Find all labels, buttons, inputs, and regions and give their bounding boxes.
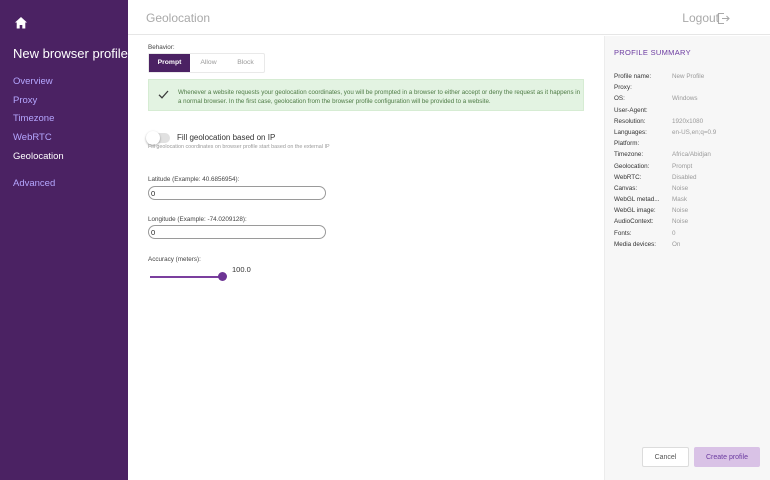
summary-value: 1920x1080: [672, 117, 704, 125]
longitude-label: Longitude (Example: -74.0209128):: [148, 216, 247, 223]
sidebar-item-timezone[interactable]: Timezone: [13, 110, 64, 129]
summary-value: Noise: [672, 184, 689, 192]
latitude-label: Latitude (Example: 40.6856954):: [148, 176, 240, 183]
summary-row: Resolution: 1920x1080: [614, 116, 716, 127]
summary-key: Fonts:: [614, 229, 632, 237]
summary-row: Timezone: Africa/Abidjan: [614, 149, 716, 160]
summary-key: WebRTC:: [614, 173, 642, 181]
summary-key: Resolution:: [614, 117, 646, 125]
summary-value: Noise: [672, 207, 689, 215]
profile-summary-panel: PROFILE SUMMARY Profile name: New Profile…: [604, 36, 770, 480]
home-icon[interactable]: [14, 16, 28, 30]
header: Geolocation Logout: [128, 0, 770, 35]
summary-value: 0: [672, 229, 676, 237]
behavior-label: Behavior:: [148, 44, 175, 51]
summary-row: Platform:: [614, 138, 716, 149]
summary-key: Proxy:: [614, 84, 632, 92]
accuracy-slider[interactable]: [150, 272, 227, 282]
summary-row: User-Agent:: [614, 105, 716, 116]
summary-value: Noise: [672, 218, 689, 226]
summary-row: Fonts: 0: [614, 228, 716, 239]
summary-row: Proxy:: [614, 82, 716, 93]
fill-by-ip-help: Fill geolocation coordinates on browser …: [148, 144, 330, 150]
sidebar-item-proxy[interactable]: Proxy: [13, 92, 64, 111]
sidebar: New browser profile Overview Proxy Timez…: [0, 0, 128, 480]
info-alert: Whenever a website requests your geoloca…: [148, 79, 584, 111]
fill-by-ip-toggle[interactable]: [146, 131, 170, 145]
page-title: Geolocation: [146, 11, 211, 25]
summary-value: Disabled: [672, 173, 697, 181]
summary-value: en-US,en;q=0.9: [672, 128, 717, 136]
summary-key: OS:: [614, 95, 625, 103]
summary-key: AudioContext:: [614, 218, 654, 226]
summary-key: Canvas:: [614, 184, 638, 192]
summary-row: Media devices: On: [614, 239, 716, 250]
main-content: Behavior: Prompt Allow Block Whenever a …: [128, 36, 604, 480]
fill-by-ip-label: Fill geolocation based on IP: [177, 133, 276, 142]
behavior-allow-button[interactable]: Allow: [190, 54, 227, 72]
longitude-input[interactable]: [148, 225, 326, 239]
alert-text: Whenever a website requests your geoloca…: [178, 89, 581, 106]
summary-key: Timezone:: [614, 151, 644, 159]
summary-key: Languages:: [614, 128, 647, 136]
logout-link[interactable]: Logout: [682, 11, 719, 25]
logout-icon[interactable]: [717, 12, 730, 25]
accuracy-label: Accuracy (meters):: [148, 256, 201, 263]
summary-key: Media devices:: [614, 240, 656, 248]
summary-row: AudioContext: Noise: [614, 216, 716, 227]
latitude-input[interactable]: [148, 186, 326, 200]
summary-value: On: [672, 240, 681, 248]
cancel-button[interactable]: Cancel: [642, 447, 689, 467]
summary-key: User-Agent:: [614, 106, 648, 114]
sidebar-item-overview[interactable]: Overview: [13, 73, 64, 92]
summary-key: Profile name:: [614, 73, 652, 80]
summary-row: WebGL metad... Mask: [614, 194, 716, 205]
summary-rows: Profile name: New Profile Proxy: OS: Windows…: [614, 71, 716, 250]
summary-row: OS: Windows: [614, 93, 716, 104]
sidebar-title: New browser profile: [13, 46, 128, 61]
summary-value: Windows: [672, 95, 698, 103]
behavior-prompt-button[interactable]: Prompt: [149, 54, 190, 72]
summary-key: WebGL metad...: [614, 196, 660, 204]
sidebar-item-webrtc[interactable]: WebRTC: [13, 129, 64, 148]
accuracy-value: 100.0: [232, 265, 251, 274]
summary-title: PROFILE SUMMARY: [614, 48, 691, 57]
behavior-block-button[interactable]: Block: [227, 54, 264, 72]
summary-value: Prompt: [672, 162, 693, 170]
behavior-segmented-control: Prompt Allow Block: [148, 53, 265, 73]
sidebar-item-advanced[interactable]: Advanced: [13, 178, 55, 189]
summary-value: Africa/Abidjan: [672, 151, 711, 159]
sidebar-nav: Overview Proxy Timezone WebRTC Geolocati…: [13, 73, 64, 167]
summary-row: Languages: en-US,en;q=0.9: [614, 127, 716, 138]
slider-track: [150, 276, 222, 278]
summary-row: WebRTC: Disabled: [614, 172, 716, 183]
summary-row: Canvas: Noise: [614, 183, 716, 194]
summary-value: New Profile: [672, 73, 705, 80]
slider-thumb[interactable]: [218, 272, 227, 281]
summary-value: Mask: [672, 196, 688, 204]
summary-row: WebGL image: Noise: [614, 205, 716, 216]
summary-key: Platform:: [614, 140, 640, 148]
toggle-knob: [146, 131, 160, 145]
summary-key: WebGL image:: [614, 207, 656, 215]
create-profile-button[interactable]: Create profile: [694, 447, 760, 467]
summary-key: Geolocation:: [614, 162, 650, 170]
check-icon: [158, 90, 169, 99]
sidebar-item-geolocation[interactable]: Geolocation: [13, 148, 64, 167]
summary-row: Profile name: New Profile: [614, 71, 716, 82]
summary-row: Geolocation: Prompt: [614, 161, 716, 172]
